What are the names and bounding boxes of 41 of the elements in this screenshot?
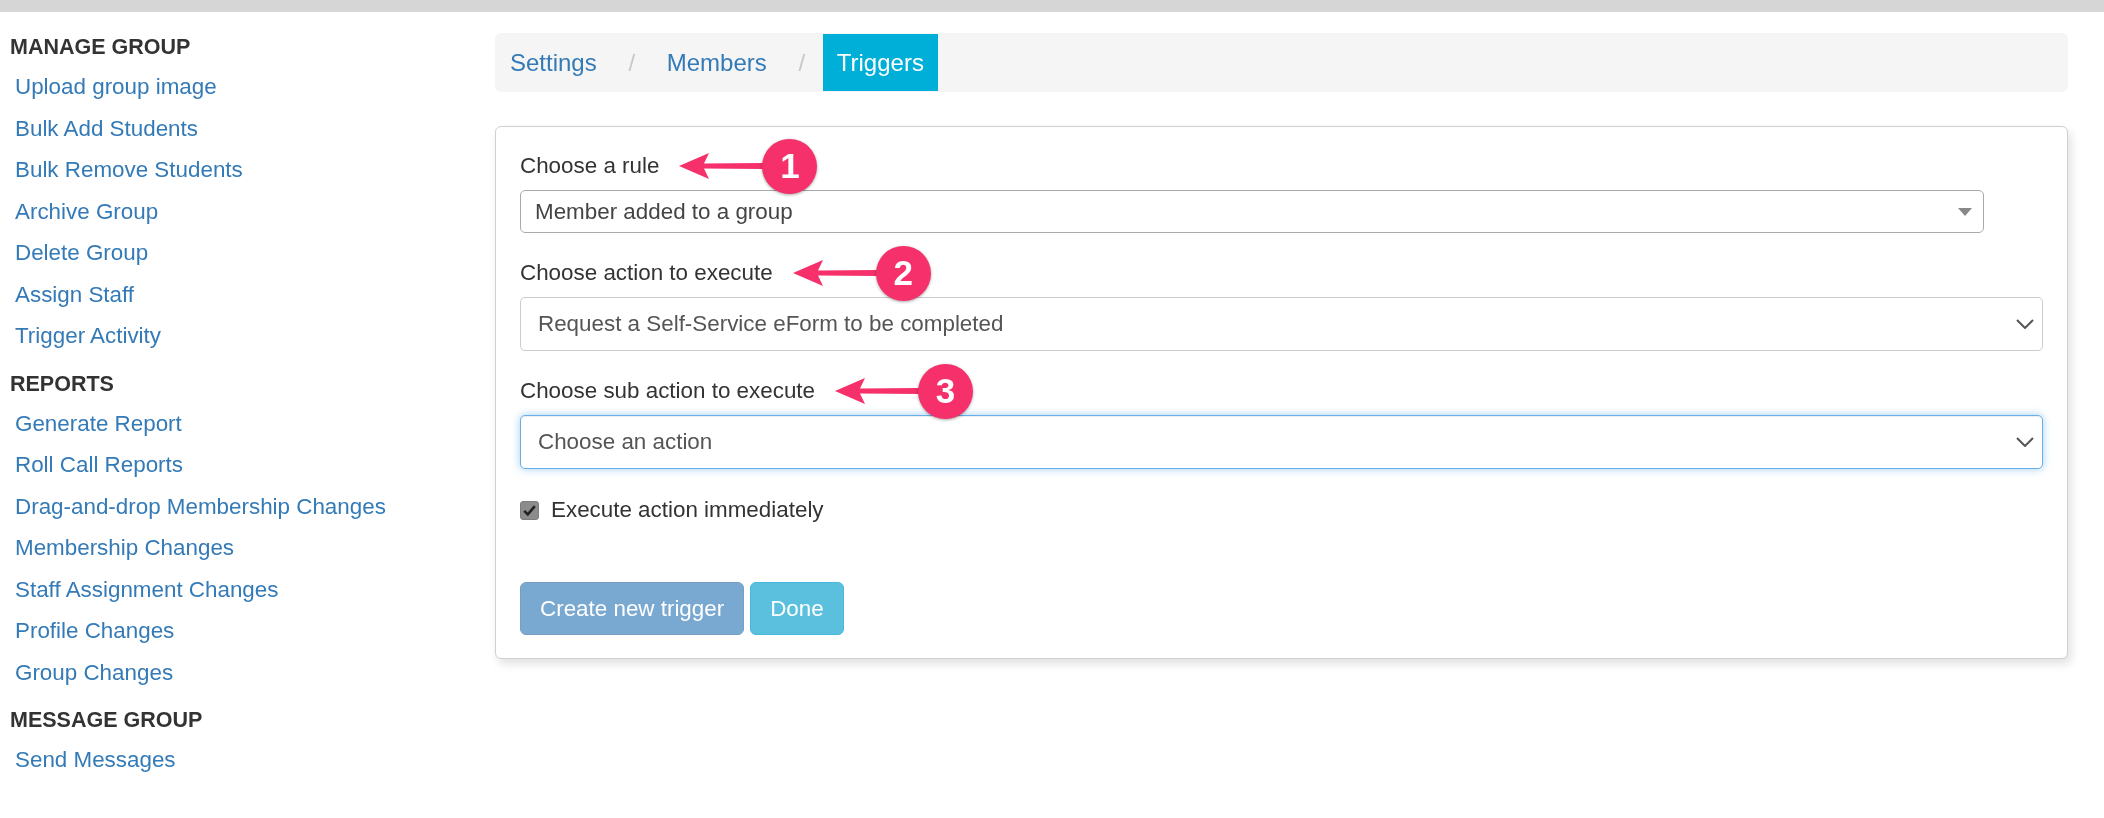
sidebar-link[interactable]: Bulk Add Students bbox=[10, 107, 198, 149]
step-number-badge: 3 bbox=[918, 363, 973, 419]
section-heading: REPORTS bbox=[10, 370, 114, 398]
sidebar-link[interactable]: Send Messages bbox=[10, 739, 176, 781]
sidebar-link[interactable]: Archive Group bbox=[10, 190, 159, 232]
sidebar-link[interactable]: Generate Report bbox=[10, 402, 182, 444]
breadcrumb-separator: / bbox=[627, 47, 637, 78]
breadcrumb-item[interactable]: Members bbox=[652, 34, 781, 91]
arrow-icon bbox=[835, 377, 919, 405]
sidebar-link[interactable]: Group Changes bbox=[10, 651, 174, 693]
checkbox-label[interactable]: Execute action immediately bbox=[551, 497, 824, 523]
breadcrumb-separator: / bbox=[797, 47, 807, 78]
caret-down-icon bbox=[1958, 207, 1972, 216]
checkmark-icon bbox=[523, 504, 536, 516]
field-label: Choose sub action to execute bbox=[520, 378, 815, 404]
section-heading: MESSAGE GROUP bbox=[10, 707, 203, 734]
sidebar-link[interactable]: Bulk Remove Students bbox=[10, 149, 243, 191]
arrow-icon bbox=[792, 259, 877, 287]
checkbox[interactable] bbox=[520, 500, 539, 520]
sidebar-link[interactable]: Trigger Activity bbox=[10, 315, 161, 357]
arrow-icon bbox=[679, 152, 764, 180]
sidebar-link[interactable]: Assign Staff bbox=[10, 273, 135, 315]
sidebar-link[interactable]: Drag-and-drop Membership Changes bbox=[10, 485, 386, 527]
breadcrumb-item[interactable]: Settings bbox=[495, 34, 611, 91]
sidebar-link[interactable]: Membership Changes bbox=[10, 527, 235, 569]
sidebar-link[interactable]: Delete Group bbox=[10, 232, 149, 274]
sidebar-link[interactable]: Upload group image bbox=[10, 66, 217, 108]
select-field[interactable]: Member added to a group bbox=[520, 190, 1984, 233]
select-field[interactable]: Choose an action bbox=[520, 415, 2043, 469]
select-field[interactable]: Request a Self-Service eForm to be completed bbox=[520, 297, 2043, 351]
sidebar-link[interactable]: Profile Changes bbox=[10, 610, 175, 652]
field-label: Choose action to execute bbox=[520, 260, 773, 286]
breadcrumb-item[interactable]: Triggers bbox=[822, 34, 938, 91]
sidebar-link[interactable]: Staff Assignment Changes bbox=[10, 568, 279, 610]
step-number-badge: 2 bbox=[875, 245, 931, 301]
step-number-badge: 1 bbox=[762, 138, 818, 194]
sidebar-link[interactable]: Roll Call Reports bbox=[10, 444, 183, 486]
field-label: Choose a rule bbox=[520, 153, 660, 179]
section-heading: MANAGE GROUP bbox=[10, 34, 191, 61]
chevron-down-icon bbox=[2016, 319, 2034, 329]
chevron-down-icon bbox=[2016, 437, 2034, 447]
